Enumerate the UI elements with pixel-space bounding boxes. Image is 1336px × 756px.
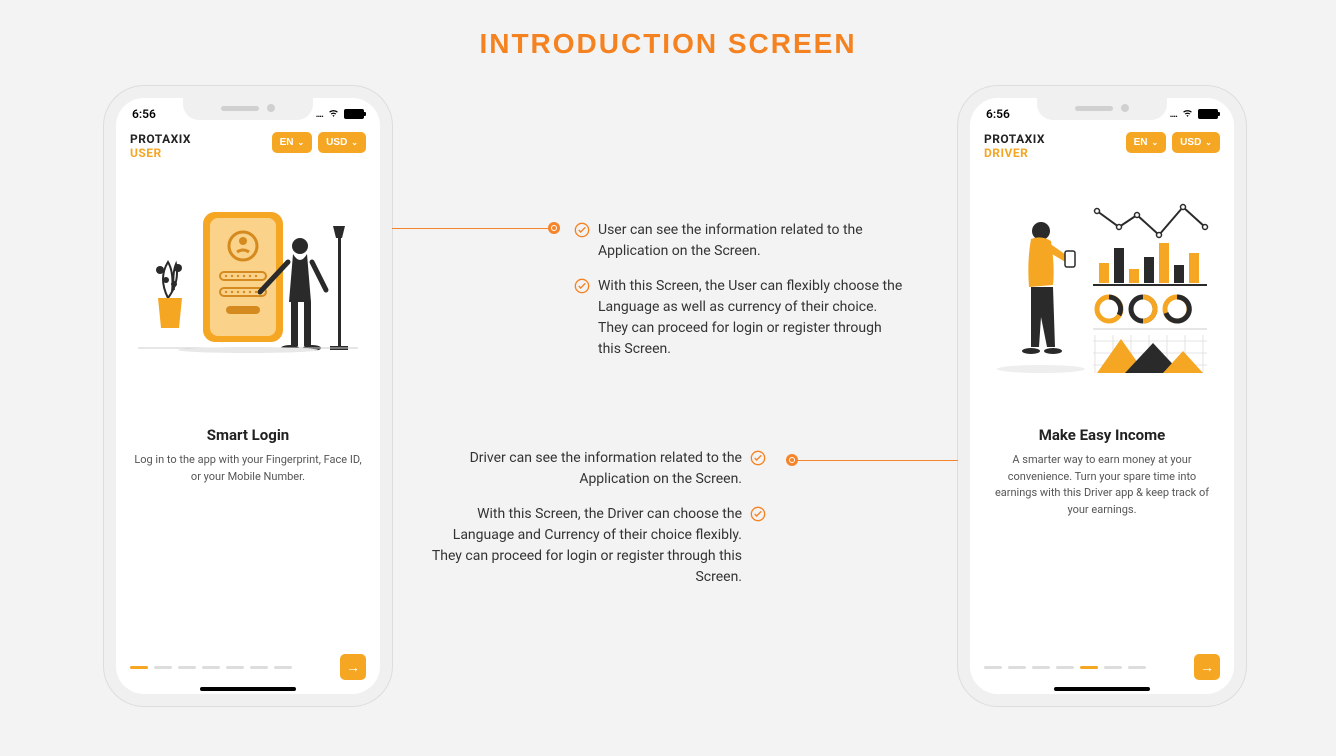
pagination-dot[interactable] [984,666,1002,669]
illustration-login [130,178,366,398]
chevron-down-icon: ⌄ [297,138,304,147]
pagination-dot[interactable] [1104,666,1122,669]
language-selector[interactable]: EN⌄ [272,132,313,153]
pagination-dot[interactable] [1032,666,1050,669]
wifi-icon [1181,106,1194,122]
phone-mockup-user: 6:56 .... PROTAXIX USER EN⌄ USD⌄ [104,86,392,706]
pagination-dots [130,666,292,669]
arrow-right-icon: → [1200,659,1214,675]
driver-info-block: Driver can see the information related t… [426,448,766,602]
illustration-income [984,178,1220,398]
currency-selector[interactable]: USD⌄ [318,132,366,153]
wifi-icon [327,106,340,122]
pagination-dot[interactable] [1056,666,1074,669]
chevron-down-icon: ⌄ [1205,138,1212,147]
check-icon [750,450,766,466]
pagination-dot[interactable] [154,666,172,669]
status-time: 6:56 [132,107,156,121]
page-title: INTRODUCTION SCREEN [0,0,1336,60]
screen-description: Log in to the app with your Fingerprint,… [116,444,380,485]
connector-line [796,460,958,461]
screen-title: Make Easy Income [970,426,1234,444]
pagination-dot[interactable] [202,666,220,669]
check-icon [750,506,766,522]
chevron-down-icon: ⌄ [351,138,358,147]
phone-notch [183,96,313,120]
check-icon [574,278,590,294]
next-button[interactable]: → [1194,654,1220,680]
pagination-dot[interactable] [1008,666,1026,669]
phone-notch [1037,96,1167,120]
app-brand: PROTAXIX USER [130,132,191,160]
info-text: With this Screen, the User can flexibly … [598,276,904,360]
pagination-dot[interactable] [1128,666,1146,669]
pagination-dots [984,666,1146,669]
signal-icon: .... [1170,109,1177,120]
home-indicator [1054,687,1150,691]
connector-dot [548,222,560,234]
pagination-dot[interactable] [274,666,292,669]
info-text: Driver can see the information related t… [426,448,742,490]
screen-description: A smarter way to earn money at your conv… [970,444,1234,518]
screen-title: Smart Login [116,426,380,444]
pagination-dot[interactable] [130,666,148,669]
pagination-dot[interactable] [250,666,268,669]
pagination-dot[interactable] [226,666,244,669]
language-selector[interactable]: EN⌄ [1126,132,1167,153]
home-indicator [200,687,296,691]
next-button[interactable]: → [340,654,366,680]
app-brand: PROTAXIX DRIVER [984,132,1045,160]
arrow-right-icon: → [346,659,360,675]
battery-icon [1198,109,1218,119]
phone-mockup-driver: 6:56 .... PROTAXIX DRIVER EN⌄ USD⌄ [958,86,1246,706]
connector-line [392,228,552,229]
connector-dot [786,454,798,466]
chevron-down-icon: ⌄ [1151,138,1158,147]
user-info-block: User can see the information related to … [574,220,904,374]
currency-selector[interactable]: USD⌄ [1172,132,1220,153]
info-text: User can see the information related to … [598,220,904,262]
check-icon [574,222,590,238]
info-text: With this Screen, the Driver can choose … [426,504,742,588]
signal-icon: .... [316,109,323,120]
pagination-dot[interactable] [1080,666,1098,669]
status-time: 6:56 [986,107,1010,121]
battery-icon [344,109,364,119]
pagination-dot[interactable] [178,666,196,669]
